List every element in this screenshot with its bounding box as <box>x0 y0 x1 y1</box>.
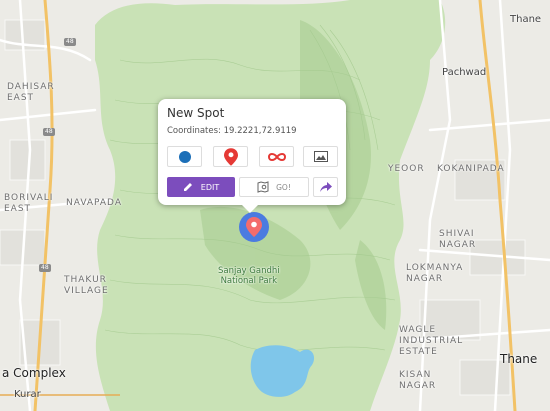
selected-location-marker[interactable] <box>239 212 269 242</box>
edit-label: EDIT <box>200 182 220 192</box>
share-button[interactable] <box>313 177 338 197</box>
spot-popup: New Spot Coordinates: 19.2221,72.9119 ED… <box>158 99 346 213</box>
label-thane-top: Thane <box>510 14 542 25</box>
track-marker-button[interactable] <box>259 146 294 167</box>
label-kisan-nagar: KISAN NAGAR <box>399 370 437 391</box>
image-icon <box>313 151 328 162</box>
label-complex: a Complex <box>2 366 66 380</box>
label-yeoor: YEOOR <box>388 164 425 174</box>
share-arrow-icon <box>319 182 332 192</box>
edit-button[interactable]: EDIT <box>167 177 235 197</box>
infinity-icon <box>267 152 286 161</box>
label-thakur-village: THAKUR VILLAGE <box>64 275 109 296</box>
label-shivai-nagar: SHIVAI NAGAR <box>439 229 477 250</box>
pin-icon <box>223 147 238 166</box>
label-national-park: Sanjay Gandhi National Park <box>218 266 280 286</box>
pencil-icon <box>183 183 192 191</box>
map-pin-icon <box>246 217 262 237</box>
circle-icon <box>178 150 191 163</box>
label-pachwad: Pachwad <box>442 67 487 78</box>
image-marker-button[interactable] <box>303 146 338 167</box>
go-label: GO! <box>276 182 291 192</box>
go-button[interactable]: GO! <box>239 177 309 197</box>
label-dahisar-east: DAHISAR EAST <box>7 82 55 103</box>
label-kokanipada: KOKANIPADA <box>437 164 505 174</box>
circle-marker-button[interactable] <box>167 146 202 167</box>
popup-title: New Spot <box>167 106 225 120</box>
label-lokmanya-nagar: LOKMANYA NAGAR <box>406 263 464 284</box>
label-wagle-estate: WAGLE INDUSTRIAL ESTATE <box>399 325 464 357</box>
highway-shield: 48 <box>64 38 76 46</box>
highway-shield: 48 <box>43 128 55 136</box>
highway-shield: 48 <box>39 264 51 272</box>
label-kurar: Kurar <box>14 389 41 400</box>
map-search-icon <box>257 181 269 193</box>
label-borivali-east: BORIVALI EAST <box>4 193 54 214</box>
label-thane-bottom: Thane <box>500 352 538 366</box>
pin-marker-button[interactable] <box>213 146 248 167</box>
popup-coordinates: Coordinates: 19.2221,72.9119 <box>167 126 297 136</box>
label-navapada: NAVAPADA <box>66 198 122 208</box>
